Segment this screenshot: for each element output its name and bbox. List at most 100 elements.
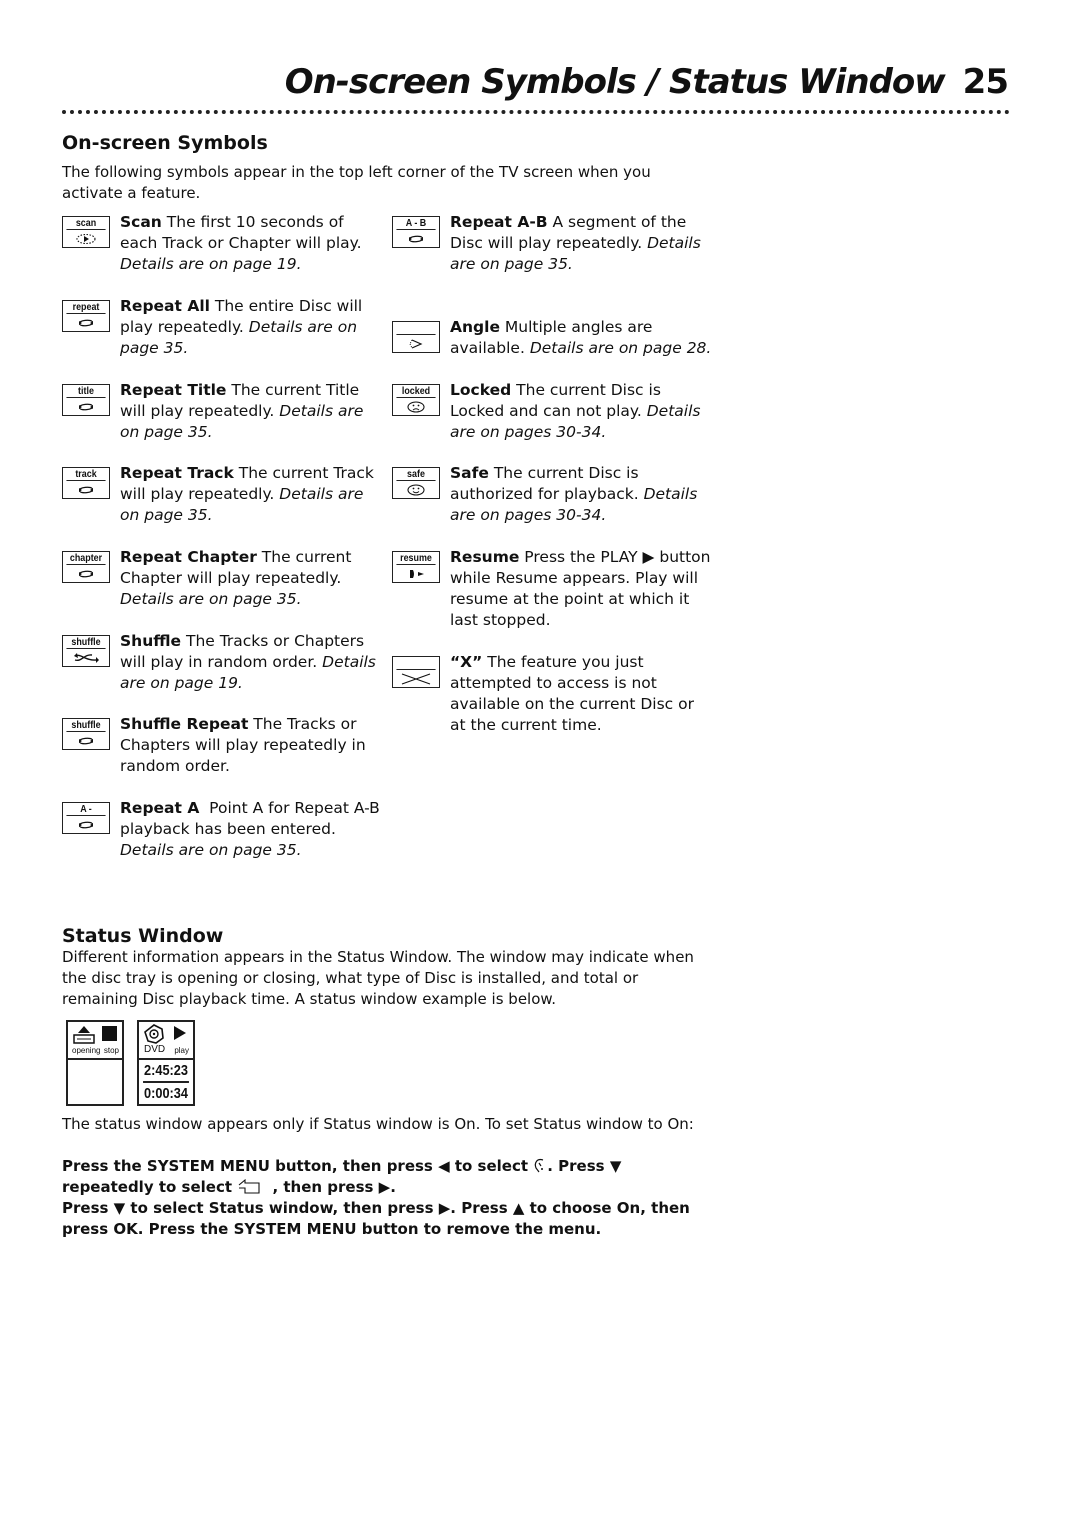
status-window-intro: Different information appears in the Sta… xyxy=(62,948,694,1008)
symbol-box: locked xyxy=(392,384,440,416)
symbol-title: Repeat Chapter xyxy=(120,548,257,566)
symbol-description: Repeat Chapter The current Chapter will … xyxy=(120,547,382,610)
symbol-title: Resume xyxy=(450,548,520,566)
symbol-title: Repeat Title xyxy=(120,381,227,399)
symbol-box: track xyxy=(62,467,110,499)
symbol-entry: shuffle Shuffle The Tracks or Chapters wi… xyxy=(62,631,382,694)
tray-label: opening xyxy=(72,1046,101,1055)
symbol-description: Repeat All The entire Disc will play rep… xyxy=(120,296,382,359)
symbol-label xyxy=(396,322,436,335)
symbol-box: shuffle xyxy=(62,635,110,667)
symbol-box xyxy=(392,321,440,353)
symbol-box: scan xyxy=(62,216,110,248)
symbol-box: repeat xyxy=(62,300,110,332)
sad-face-icon xyxy=(393,398,439,415)
symbol-label: scan xyxy=(66,217,106,230)
symbol-label: safe xyxy=(396,468,436,481)
symbol-label: A - xyxy=(66,803,106,816)
symbol-box: A - B xyxy=(392,216,440,248)
symbol-entry: track Repeat Track The current Track will… xyxy=(62,463,382,526)
symbol-entry: title Repeat Title The current Title will… xyxy=(62,380,382,443)
page-title-text: On-screen Symbols / Status Window xyxy=(284,62,946,102)
elapsed-time-readout: 0:00:34 xyxy=(144,1085,188,1102)
symbol-details: Details are on page 35. xyxy=(120,841,302,859)
symbol-entry: Angle Multiple angles are available. Det… xyxy=(392,317,712,359)
repeat-arrows-icon xyxy=(63,481,109,498)
symbol-title: Repeat Track xyxy=(120,464,234,482)
stop-icon xyxy=(102,1026,117,1041)
symbol-title: Locked xyxy=(450,381,512,399)
repeat-arrows-icon xyxy=(63,816,109,833)
page-title: On-screen Symbols / Status Window 25 xyxy=(284,62,1009,102)
symbol-details: Details are on page 28. xyxy=(529,339,712,357)
symbol-title: Safe xyxy=(450,464,489,482)
symbol-description: Shuffle Repeat The Tracks or Chapters wi… xyxy=(120,714,382,777)
page-number: 25 xyxy=(962,62,1009,102)
symbol-box xyxy=(392,656,440,688)
resume-icon xyxy=(393,565,439,582)
symbol-entry: shuffle Shuffle Repeat The Tracks or Chap… xyxy=(62,714,382,777)
symbol-box: shuffle xyxy=(62,718,110,750)
onscreen-symbols-intro: The following symbols appear in the top … xyxy=(62,163,651,202)
play-label: play xyxy=(174,1046,189,1055)
repeat-arrows-icon xyxy=(393,230,439,247)
play-icon xyxy=(174,1026,186,1040)
total-time-readout: 2:45:23 xyxy=(143,1060,189,1083)
symbol-label: track xyxy=(66,468,106,481)
repeat-arrows-icon xyxy=(63,732,109,749)
symbol-description: Shuffle The Tracks or Chapters will play… xyxy=(120,631,382,694)
angle-icon xyxy=(393,335,439,352)
symbol-entry: chapter Repeat Chapter The current Chapte… xyxy=(62,547,382,610)
disc-type-label: DVD xyxy=(144,1044,166,1055)
symbol-title: Angle xyxy=(450,318,500,336)
symbol-details: Details are on page 35. xyxy=(120,590,302,608)
symbol-label: repeat xyxy=(66,301,106,314)
symbol-title: Shuffle xyxy=(120,632,182,650)
symbol-title: Repeat All xyxy=(120,297,210,315)
symbol-entry: locked Locked The current Disc is Locked … xyxy=(392,380,712,443)
symbol-description: Locked The current Disc is Locked and ca… xyxy=(450,380,712,443)
symbol-box: title xyxy=(62,384,110,416)
symbol-title: Scan xyxy=(120,213,162,231)
symbol-entry: repeat Repeat All The entire Disc will pl… xyxy=(62,296,382,359)
instruction-step-2: Press ▼ to select Status window, then pr… xyxy=(62,1199,690,1238)
instruction-step-1: Press the SYSTEM MENU button, then press… xyxy=(62,1156,702,1198)
repeat-arrows-icon xyxy=(63,398,109,415)
step-1-part-c: , then press ▶. xyxy=(267,1178,396,1196)
symbol-label xyxy=(396,657,436,670)
symbol-label: resume xyxy=(396,552,436,565)
symbol-label: shuffle xyxy=(66,719,106,732)
symbol-entry: “X” The feature you just attempted to ac… xyxy=(392,652,712,736)
symbol-entry: resume Resume Press the PLAY ▶ button whi… xyxy=(392,547,712,631)
disc-icon xyxy=(144,1024,164,1044)
symbol-entry: safe Safe The current Disc is authorized … xyxy=(392,463,712,526)
repeat-arrows-icon xyxy=(63,314,109,331)
status-window-heading: Status Window xyxy=(62,925,224,947)
symbol-title: Repeat A-B xyxy=(450,213,548,231)
repeat-arrows-icon xyxy=(63,565,109,582)
tray-open-icon xyxy=(73,1026,95,1044)
symbol-description: Repeat Track The current Track will play… xyxy=(120,463,382,526)
symbol-description: “X” The feature you just attempted to ac… xyxy=(450,652,712,736)
status-window-right-panel: DVD play 2:45:23 0:00:34 xyxy=(137,1020,195,1106)
symbol-entry: A - B Repeat A-B A segment of the Disc wi… xyxy=(392,212,712,275)
symbol-label: shuffle xyxy=(66,636,106,649)
smiley-face-icon xyxy=(393,481,439,498)
symbol-description: Repeat A Point A for Repeat A-B playback… xyxy=(120,798,382,861)
symbol-description: Resume Press the PLAY ▶ button while Res… xyxy=(450,547,712,631)
symbol-description: Scan The first 10 seconds of each Track … xyxy=(120,212,382,275)
status-window-note: The status window appears only if Status… xyxy=(62,1115,694,1133)
x-mark-icon xyxy=(393,670,439,687)
symbol-title: Repeat A xyxy=(120,799,200,817)
shuffle-arrows-icon xyxy=(63,649,109,666)
scan-play-icon xyxy=(63,230,109,247)
symbol-label: A - B xyxy=(396,217,436,230)
symbol-box: A - xyxy=(62,802,110,834)
symbol-description: Angle Multiple angles are available. Det… xyxy=(450,317,712,359)
symbol-details: Details are on page 19. xyxy=(120,255,302,273)
dotted-divider xyxy=(62,110,1010,114)
symbol-label: locked xyxy=(396,385,436,398)
symbol-title: Shuffle Repeat xyxy=(120,715,249,733)
symbol-description: Repeat A-B A segment of the Disc will pl… xyxy=(450,212,712,275)
symbol-box: resume xyxy=(392,551,440,583)
